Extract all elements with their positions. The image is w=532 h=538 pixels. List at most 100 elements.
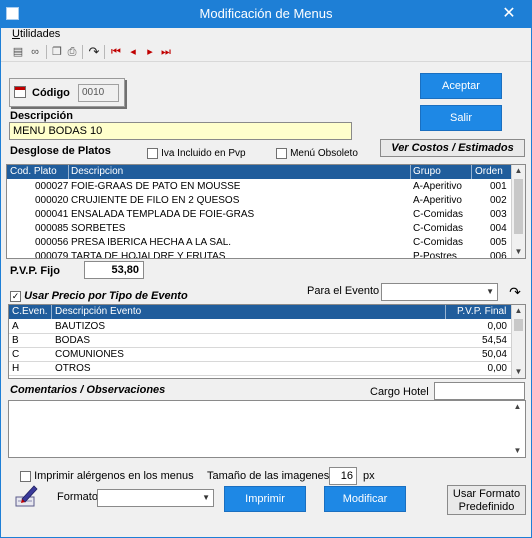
toolbar: ▤ ∞ ❐ ⎙ ↷ ⏮ ◂ ▸ ⏭	[1, 42, 531, 62]
comentarios-label: Comentarios / Observaciones	[10, 384, 166, 396]
cell-desc: CRUJIENTE DE FILO EN 2 QUESOS	[71, 195, 240, 206]
table-row[interactable]: 000056 PRESA IBERICA HECHA A LA SAL. C-C…	[7, 236, 511, 250]
scroll-up-icon[interactable]: ▲	[511, 401, 524, 413]
redo-arrow-icon[interactable]: ↷	[87, 45, 101, 59]
usar-precio-checkbox[interactable]: ✓	[10, 290, 21, 302]
redo-arrow-icon[interactable]: ↷	[505, 283, 525, 301]
para-evento-label: Para el Evento	[307, 285, 380, 297]
col-orden[interactable]: Orden	[475, 166, 503, 177]
cell-desc: ENSALADA TEMPLADA DE FOIE-GRAS	[71, 209, 255, 220]
edit-pen-icon[interactable]	[12, 483, 40, 509]
table-row[interactable]: C COMUNIONES 50,04	[9, 348, 511, 362]
cell-code: H	[12, 363, 20, 374]
table-row[interactable]: H OTROS 0,00	[9, 362, 511, 376]
scroll-down-icon[interactable]: ▼	[512, 366, 525, 378]
iva-checkbox[interactable]	[147, 147, 158, 159]
col-descripcion-evento[interactable]: Descripción Evento	[55, 306, 141, 317]
table-row[interactable]: 000027 FOIE-GRAAS DE PATO EN MOUSSE A-Ap…	[7, 180, 511, 194]
platos-scrollbar[interactable]: ▲ ▼	[511, 165, 525, 258]
calendar-icon	[14, 86, 26, 98]
cell-desc: PRESA IBERICA HECHA A LA SAL.	[71, 237, 232, 248]
cell-grupo: C-Comidas	[413, 209, 464, 220]
toolbar-separator	[46, 45, 47, 59]
table-row[interactable]: A BAUTIZOS 0,00	[9, 320, 511, 334]
cargo-hotel-input[interactable]	[434, 382, 525, 400]
eventos-grid[interactable]: C.Even. Descripción Evento P.V.P. Final …	[8, 304, 526, 379]
toolbar-separator	[82, 45, 83, 59]
close-icon[interactable]: ✕	[486, 0, 532, 28]
title-bar: Modificación de Menus ✕	[0, 0, 532, 28]
cell-cod: 000020	[35, 195, 69, 206]
binoculars-icon[interactable]: ∞	[28, 45, 42, 59]
cell-pvp: 0,00	[487, 363, 507, 374]
tamano-input[interactable]: 16	[329, 467, 357, 485]
table-row[interactable]: 000020 CRUJIENTE DE FILO EN 2 QUESOS A-A…	[7, 194, 511, 208]
para-evento-select[interactable]: ▼	[381, 283, 498, 301]
cell-desc: FOIE-GRAAS DE PATO EN MOUSSE	[71, 181, 241, 192]
col-descripcion[interactable]: Descripcion	[71, 166, 123, 177]
formato-label: Formato	[57, 491, 98, 503]
last-record-icon[interactable]: ⏭	[159, 45, 173, 59]
prev-record-icon[interactable]: ◂	[126, 45, 140, 59]
cell-grupo: C-Comidas	[413, 237, 464, 248]
cell-code: B	[12, 335, 19, 346]
pvp-input[interactable]: 53,80	[84, 261, 144, 279]
usar-formato-button[interactable]: Usar Formato Predefinido	[447, 485, 526, 515]
cell-orden: 005	[490, 237, 507, 248]
iva-label: Iva Incluido en Pvp	[161, 148, 246, 159]
scroll-down-icon[interactable]: ▼	[512, 246, 525, 258]
scroll-down-icon[interactable]: ▼	[511, 445, 524, 457]
tamano-label: Tamaño de las imagenes	[207, 470, 330, 482]
scroll-up-icon[interactable]: ▲	[512, 305, 525, 317]
scroll-up-icon[interactable]: ▲	[512, 165, 525, 177]
cell-cod: 000041	[35, 209, 69, 220]
table-row[interactable]: 000041 ENSALADA TEMPLADA DE FOIE-GRAS C-…	[7, 208, 511, 222]
col-cod-plato[interactable]: Cod. Plato	[10, 166, 57, 177]
obsoleto-label: Menú Obsoleto	[290, 148, 358, 159]
cell-code: C	[12, 349, 20, 360]
modificar-button[interactable]: Modificar	[324, 486, 406, 512]
table-row[interactable]: 000079 TARTA DE HOJALDRE Y FRUTAS P-Post…	[7, 250, 511, 259]
platos-header: Cod. Plato Descripcion Grupo Orden	[7, 165, 511, 179]
imprimir-button[interactable]: Imprimir	[224, 486, 306, 512]
col-pvp-final[interactable]: P.V.P. Final	[457, 306, 506, 317]
obsoleto-checkbox-group: Menú Obsoleto	[276, 147, 358, 159]
px-label: px	[363, 470, 375, 482]
cell-desc: BAUTIZOS	[55, 321, 106, 332]
comentarios-textarea[interactable]: ▲ ▼	[8, 400, 526, 458]
chevron-down-icon: ▼	[486, 287, 494, 296]
print-icon[interactable]: ⎙	[65, 45, 79, 59]
cell-grupo: P-Postres	[413, 251, 457, 259]
table-row[interactable]: B BODAS 54,54	[9, 334, 511, 348]
codigo-panel: Código 0010	[9, 78, 125, 107]
comentarios-scrollbar[interactable]: ▲ ▼	[511, 401, 525, 457]
first-record-icon[interactable]: ⏮	[109, 45, 123, 59]
table-row[interactable]: 000085 SORBETES C-Comidas 004	[7, 222, 511, 236]
formato-select[interactable]: ▼	[97, 489, 214, 507]
cell-cod: 000056	[35, 237, 69, 248]
cell-orden: 006	[490, 251, 507, 259]
cell-pvp: 54,54	[481, 335, 507, 346]
cell-grupo: C-Comidas	[413, 223, 464, 234]
platos-grid[interactable]: Cod. Plato Descripcion Grupo Orden 00002…	[6, 164, 526, 259]
descripcion-input[interactable]: MENU BODAS 10	[9, 122, 352, 140]
obsoleto-checkbox[interactable]	[276, 147, 287, 159]
copy-icon[interactable]: ❐	[50, 45, 64, 59]
cell-desc: OTROS	[55, 363, 91, 374]
eventos-scrollbar[interactable]: ▲ ▼	[511, 305, 525, 378]
cell-pvp: 0,00	[487, 321, 507, 332]
cargo-hotel-label: Cargo Hotel	[370, 386, 429, 398]
aceptar-button[interactable]: Aceptar	[420, 73, 502, 99]
menu-utilidades[interactable]: Utilidades	[12, 28, 60, 40]
next-record-icon[interactable]: ▸	[143, 45, 157, 59]
col-grupo[interactable]: Grupo	[413, 166, 441, 177]
alergenos-checkbox[interactable]	[20, 470, 31, 482]
col-c-even[interactable]: C.Even.	[12, 306, 48, 317]
scroll-thumb[interactable]	[514, 179, 523, 234]
save-icon[interactable]: ▤	[11, 45, 25, 59]
salir-button[interactable]: Salir	[420, 105, 502, 131]
cell-grupo: A-Aperitivo	[413, 181, 462, 192]
ver-costos-button[interactable]: Ver Costos / Estimados	[380, 139, 525, 157]
scroll-thumb[interactable]	[514, 319, 523, 331]
cell-desc: COMUNIONES	[55, 349, 124, 360]
